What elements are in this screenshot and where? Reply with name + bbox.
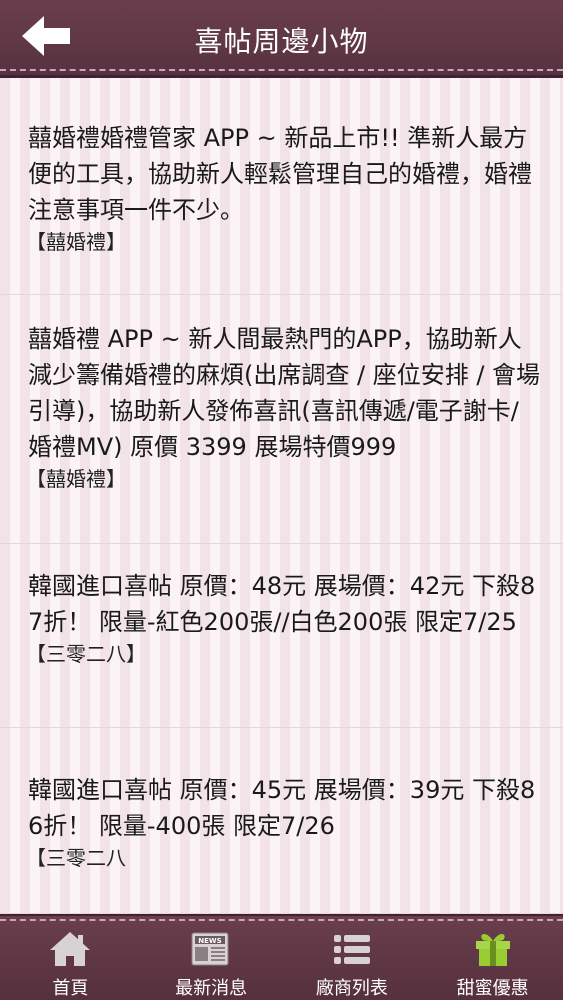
- item-source: 【三零二八: [26, 846, 126, 870]
- tab-label: 甜蜜優惠: [456, 978, 529, 999]
- svg-text:NEWS: NEWS: [198, 937, 221, 945]
- item-text: 韓國進口喜帖 原價：45元 展場價：39元 下殺86折！ 限量-400張 限定7…: [28, 776, 536, 840]
- tab-vendors[interactable]: 廠商列表: [282, 916, 423, 1000]
- item-text: 韓國進口喜帖 原價：48元 展場價：42元 下殺87折！ 限量-紅色200張//…: [28, 572, 536, 636]
- item-source: 【囍婚禮】: [26, 467, 126, 491]
- header-bar: 喜帖周邊小物: [0, 0, 563, 78]
- home-icon: [50, 932, 91, 966]
- tab-home[interactable]: 首頁: [0, 916, 141, 1000]
- item-source: 【囍婚禮】: [26, 230, 126, 254]
- list-item[interactable]: 韓國進口喜帖 原價：48元 展場價：42元 下殺87折！ 限量-紅色200張//…: [0, 544, 563, 728]
- tab-label: 首頁: [52, 978, 89, 999]
- tab-news[interactable]: NEWS 最新消息: [141, 916, 282, 1000]
- item-source: 【三零二八】: [26, 642, 146, 666]
- tab-bar: 首頁 NEWS 最新消息 廠商列表 甜蜜優惠: [0, 914, 563, 1000]
- page-title: 喜帖周邊小物: [194, 25, 369, 58]
- tab-offers[interactable]: 甜蜜優惠: [422, 916, 563, 1000]
- tab-label: 廠商列表: [315, 978, 388, 999]
- gift-icon: [475, 934, 510, 966]
- news-list[interactable]: 囍婚禮婚禮管家 APP ~ 新品上市!! 準新人最方便的工具，協助新人輕鬆管理自…: [0, 78, 563, 914]
- header-stitch-divider: [0, 69, 563, 71]
- news-icon: NEWS: [191, 932, 229, 966]
- item-text: 囍婚禮婚禮管家 APP ~ 新品上市!! 準新人最方便的工具，協助新人輕鬆管理自…: [28, 124, 532, 224]
- list-item[interactable]: 囍婚禮婚禮管家 APP ~ 新品上市!! 準新人最方便的工具，協助新人輕鬆管理自…: [0, 78, 563, 295]
- item-text: 囍婚禮 APP ~ 新人間最熱門的APP，協助新人減少籌備婚禮的麻煩(出席調查 …: [28, 325, 541, 461]
- list-item[interactable]: 囍婚禮 APP ~ 新人間最熱門的APP，協助新人減少籌備婚禮的麻煩(出席調查 …: [0, 295, 563, 544]
- tab-label: 最新消息: [175, 978, 248, 999]
- list-icon: [333, 935, 370, 964]
- list-item[interactable]: 韓國進口喜帖 原價：45元 展場價：39元 下殺86折！ 限量-400張 限定7…: [0, 728, 563, 914]
